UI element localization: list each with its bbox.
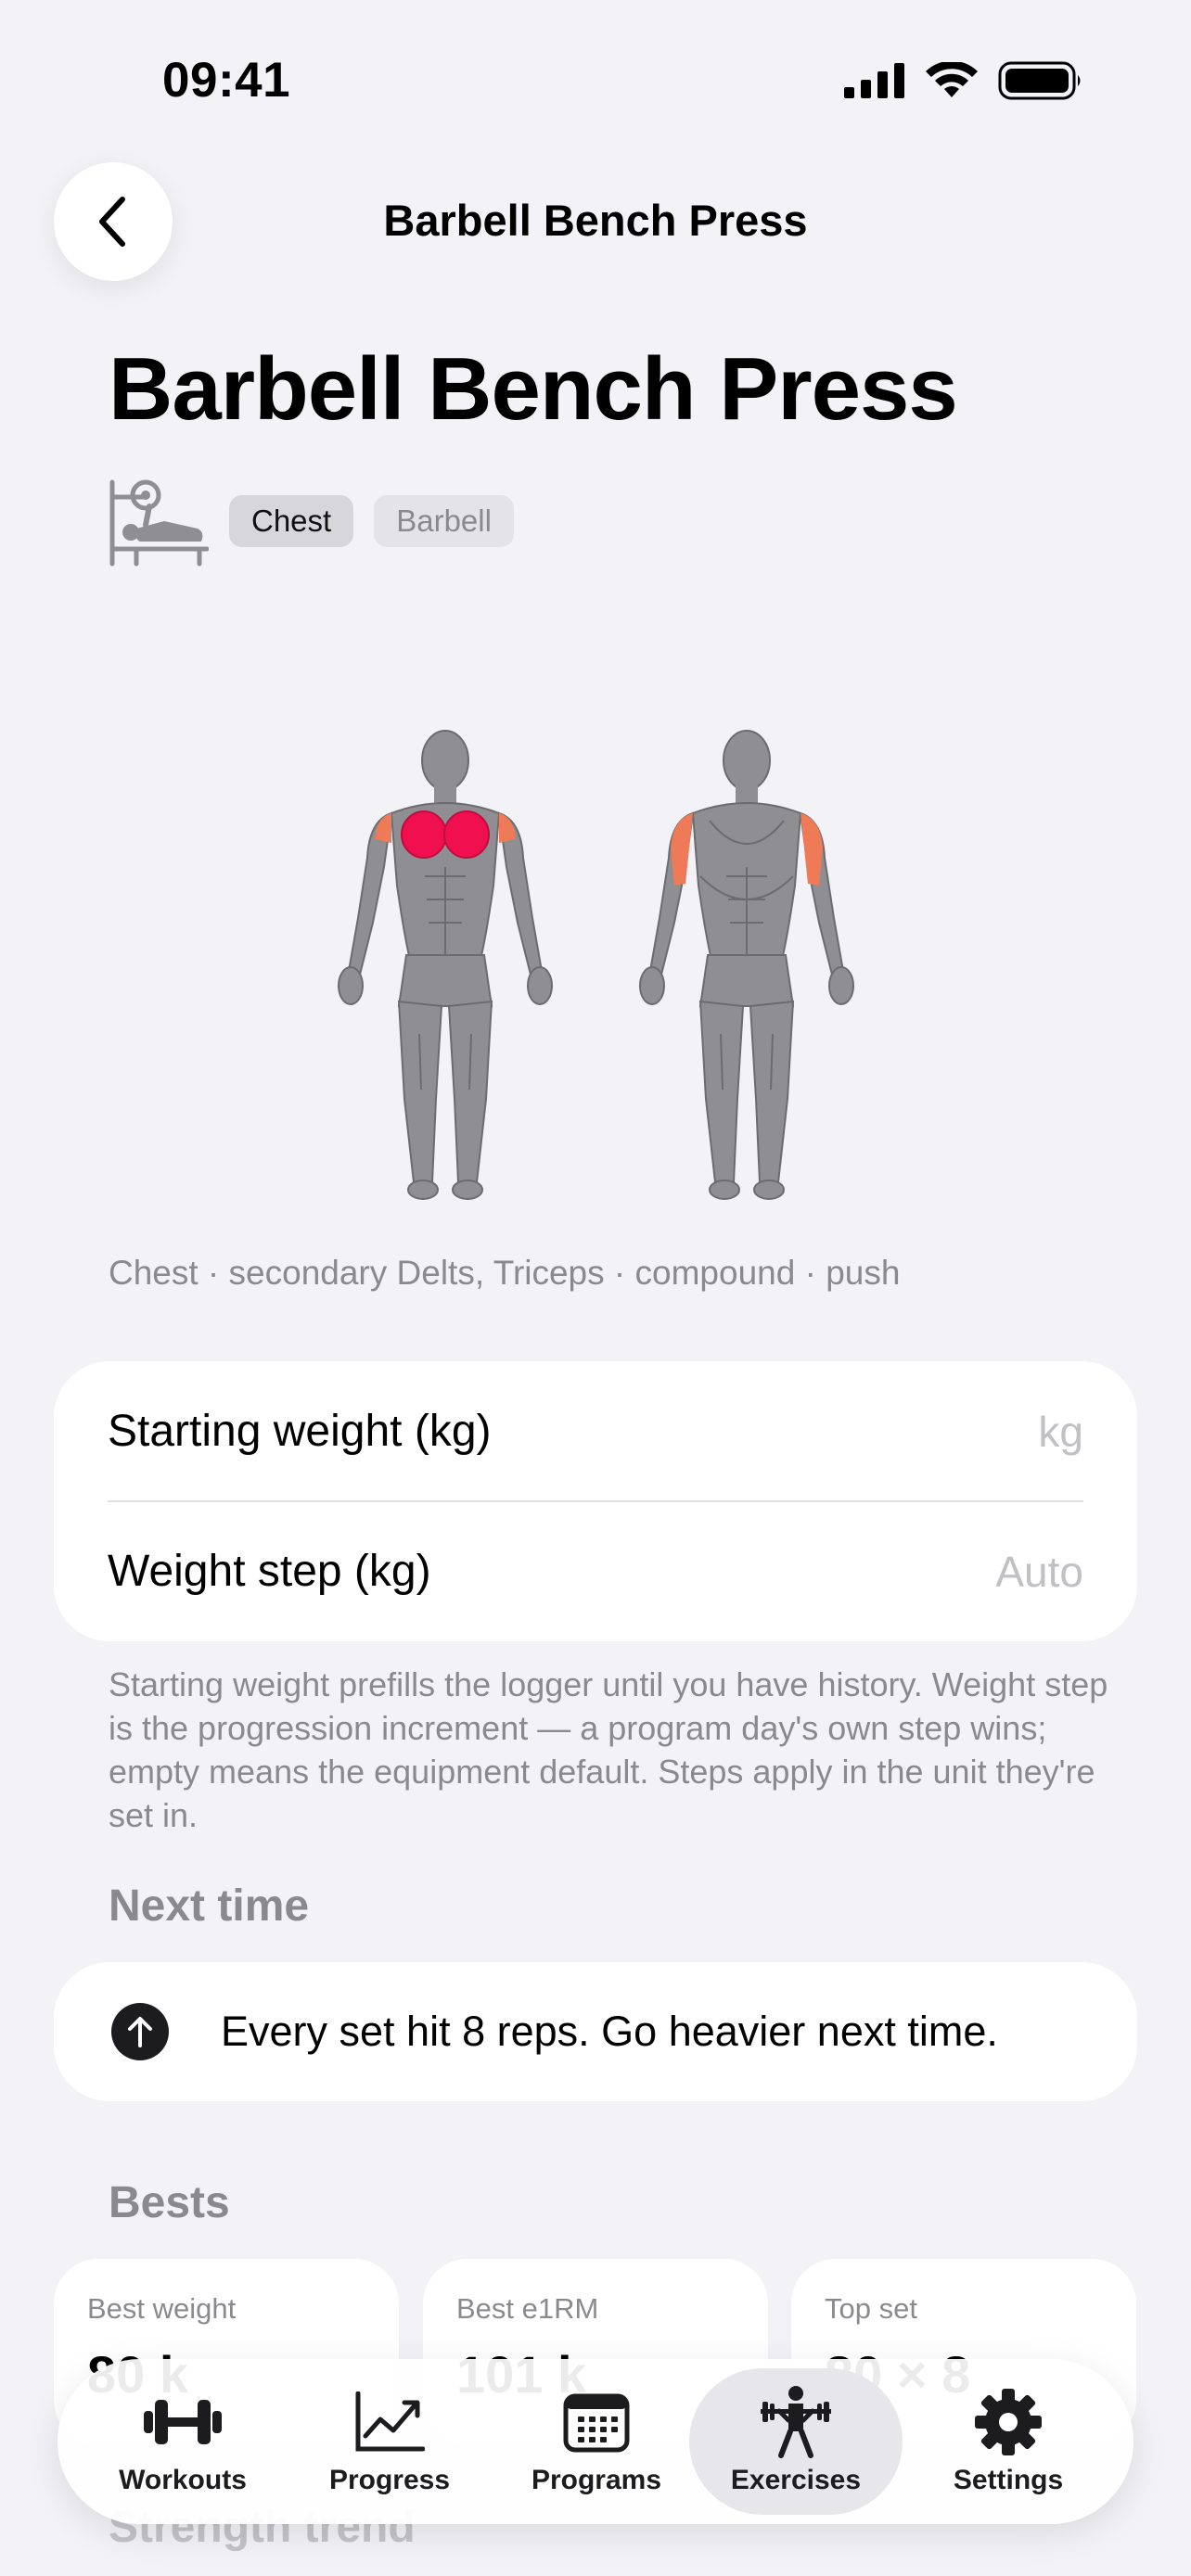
- tab-label: Progress: [328, 2465, 451, 2495]
- next-time-message: Every set hit 8 reps. Go heavier next ti…: [221, 2008, 998, 2055]
- gear-icon: [975, 2389, 1042, 2455]
- tab-label: Workouts: [119, 2465, 247, 2495]
- next-time-card: Every set hit 8 reps. Go heavier next ti…: [54, 1962, 1137, 2101]
- triceps-right: [800, 813, 823, 886]
- weight-step-row[interactable]: Weight step (kg) Auto: [108, 1501, 1083, 1641]
- starting-weight-label: Starting weight (kg): [108, 1407, 492, 1456]
- tab-workouts[interactable]: Workouts: [76, 2368, 289, 2515]
- arrow-up-icon: [111, 2003, 169, 2060]
- tab-label: Programs: [531, 2465, 662, 2495]
- weight-step-label: Weight step (kg): [108, 1547, 431, 1596]
- next-time-header: Next time: [109, 1881, 310, 1931]
- starting-weight-row[interactable]: Starting weight (kg) kg: [108, 1361, 1083, 1501]
- exercise-meta-row: Chest Barbell: [109, 475, 514, 567]
- exercise-summary: Chest · secondary Delts, Triceps · compo…: [109, 1254, 901, 1292]
- best-label: Best weight: [87, 2292, 237, 2325]
- muscle-map: [338, 730, 854, 1200]
- settings-footnote: Starting weight prefills the logger unti…: [109, 1665, 1108, 1834]
- status-icons: [844, 61, 1083, 100]
- tab-bar: Workouts Progress Programs Exercises Set…: [58, 2359, 1133, 2524]
- front-body-figure: [338, 730, 553, 1200]
- cellular-icon: [844, 63, 904, 98]
- back-body-figure: [639, 730, 854, 1200]
- dumbbell-icon: [144, 2400, 222, 2444]
- page-title: Barbell Bench Press: [109, 339, 958, 439]
- weightlifter-icon: [761, 2386, 831, 2458]
- status-time: 09:41: [162, 53, 291, 108]
- tab-exercises[interactable]: Exercises: [689, 2368, 903, 2515]
- chest-left: [401, 810, 447, 859]
- tab-settings[interactable]: Settings: [902, 2368, 1115, 2515]
- chest-right: [443, 810, 490, 859]
- weight-step-field[interactable]: Auto: [995, 1547, 1083, 1597]
- nav-title: Barbell Bench Press: [383, 196, 808, 245]
- bench-press-icon: [109, 479, 209, 567]
- equipment-chip: Barbell: [374, 495, 514, 547]
- status-bar: 09:41: [0, 0, 1191, 148]
- battery-icon: [998, 61, 1081, 100]
- front-delt-left: [375, 813, 391, 843]
- tab-progress[interactable]: Progress: [283, 2368, 496, 2515]
- best-label: Best e1RM: [456, 2292, 599, 2325]
- triceps-left: [671, 813, 693, 886]
- wifi-icon: [926, 62, 978, 97]
- exercise-settings-card: Starting weight (kg) kg Weight step (kg)…: [54, 1361, 1137, 1641]
- tab-label: Settings: [953, 2465, 1064, 2495]
- best-label: Top set: [825, 2292, 917, 2325]
- starting-weight-field[interactable]: kg: [1038, 1407, 1083, 1457]
- front-delt-right: [499, 813, 516, 843]
- bests-header: Bests: [109, 2178, 230, 2227]
- calendar-icon: [563, 2393, 630, 2453]
- tab-label: Exercises: [730, 2465, 862, 2495]
- tab-programs[interactable]: Programs: [490, 2368, 703, 2515]
- muscle-chip: Chest: [229, 495, 354, 547]
- chart-icon: [355, 2391, 425, 2452]
